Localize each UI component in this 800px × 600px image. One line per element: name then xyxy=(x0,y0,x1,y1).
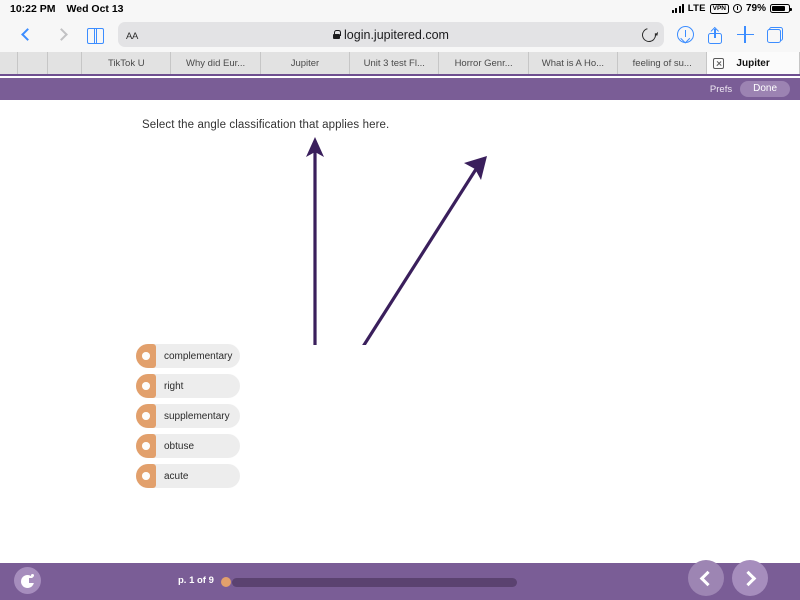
safari-toolbar: AA login.jupitered.com xyxy=(0,17,800,52)
url-text: login.jupitered.com xyxy=(344,28,449,42)
book-icon xyxy=(87,28,104,42)
option-label: obtuse xyxy=(156,441,194,452)
option-label: right xyxy=(156,381,183,392)
tab-feeling-of-su[interactable]: feeling of su... xyxy=(618,52,707,74)
text-size-label: AA xyxy=(126,31,138,42)
previous-page-button[interactable] xyxy=(688,560,724,596)
lock-icon xyxy=(333,30,340,39)
option-label: acute xyxy=(156,471,188,482)
arrowhead-diagonal xyxy=(464,156,487,180)
downloads-button[interactable] xyxy=(670,21,700,49)
cellular-signal-icon xyxy=(672,4,684,13)
option-label: complementary xyxy=(156,351,232,362)
share-icon xyxy=(708,26,722,44)
option-radio-tab[interactable] xyxy=(136,434,156,458)
status-time: 10:22 PM xyxy=(10,3,56,15)
option-radio-tab[interactable] xyxy=(136,404,156,428)
bookmarks-button[interactable] xyxy=(78,21,112,49)
forward-button[interactable] xyxy=(44,21,78,49)
tab-horror-genre[interactable]: Horror Genr... xyxy=(439,52,528,74)
network-type-label: LTE xyxy=(688,3,706,14)
angle-diagram-svg xyxy=(280,135,520,345)
vpn-badge: VPN xyxy=(710,4,729,14)
status-bar-left: 10:22 PM Wed Oct 13 xyxy=(10,3,124,15)
progress-track[interactable] xyxy=(232,578,517,587)
battery-percent-label: 79% xyxy=(746,3,766,14)
option-right[interactable]: right xyxy=(136,374,240,398)
prefs-button[interactable]: Prefs xyxy=(710,84,732,95)
new-tab-button[interactable] xyxy=(730,21,760,49)
page-indicator: p. 1 of 9 xyxy=(178,575,214,586)
battery-icon xyxy=(770,4,790,14)
radio-dot-icon xyxy=(142,352,150,360)
tab-blank-0[interactable] xyxy=(0,52,18,74)
tab-blank-1[interactable] xyxy=(18,52,48,74)
tabs-overview-button[interactable] xyxy=(760,21,790,49)
quiz-content-area: Select the angle classification that app… xyxy=(0,100,800,555)
tab-strip: TikTok U Why did Eur... Jupiter Unit 3 t… xyxy=(0,52,800,76)
chevron-right-icon xyxy=(741,570,757,586)
progress-thumb[interactable] xyxy=(221,577,231,587)
tab-blank-2[interactable] xyxy=(48,52,82,74)
tab-why-did-eur[interactable]: Why did Eur... xyxy=(171,52,260,74)
status-bar-right: LTE VPN 79% xyxy=(672,3,790,14)
question-prompt: Select the angle classification that app… xyxy=(142,119,389,131)
option-radio-tab[interactable] xyxy=(136,464,156,488)
radio-dot-icon xyxy=(142,442,150,450)
next-page-button[interactable] xyxy=(732,560,768,596)
ray-diagonal xyxy=(315,166,478,345)
jupiter-logo-icon[interactable] xyxy=(14,567,41,594)
radio-dot-icon xyxy=(142,472,150,480)
tab-active-label: Jupiter xyxy=(736,58,769,69)
chevron-left-icon xyxy=(700,570,716,586)
jupiter-logo-glyph xyxy=(21,574,35,588)
tabs-overview-icon xyxy=(767,27,783,43)
chevron-left-icon xyxy=(21,28,34,41)
option-supplementary[interactable]: supplementary xyxy=(136,404,240,428)
angle-diagram xyxy=(280,135,520,350)
chevron-right-icon xyxy=(55,28,68,41)
option-radio-tab[interactable] xyxy=(136,344,156,368)
tab-what-is-a-ho[interactable]: What is A Ho... xyxy=(529,52,618,74)
option-label: supplementary xyxy=(156,411,230,422)
status-date: Wed Oct 13 xyxy=(67,3,124,15)
answer-options-list: complementary right supplementary obtuse… xyxy=(136,344,240,494)
tab-jupiter[interactable]: Jupiter xyxy=(261,52,350,74)
option-acute[interactable]: acute xyxy=(136,464,240,488)
arrowheads xyxy=(306,137,498,345)
orientation-lock-icon xyxy=(733,4,742,13)
tab-jupiter-active[interactable]: Jupiter xyxy=(707,52,800,74)
radio-dot-icon xyxy=(142,412,150,420)
address-bar-center: login.jupitered.com xyxy=(118,28,664,42)
safari-browser-window: 10:22 PM Wed Oct 13 LTE VPN 79% AA login… xyxy=(0,0,800,600)
address-bar[interactable]: AA login.jupitered.com xyxy=(118,22,664,47)
ios-status-bar: 10:22 PM Wed Oct 13 LTE VPN 79% xyxy=(0,0,800,17)
option-radio-tab[interactable] xyxy=(136,374,156,398)
tab-tiktok[interactable]: TikTok U xyxy=(82,52,171,74)
close-icon[interactable] xyxy=(713,58,724,69)
back-button[interactable] xyxy=(10,21,44,49)
plus-icon xyxy=(737,26,754,43)
jupiter-header-actions: Prefs Done xyxy=(0,78,800,100)
share-button[interactable] xyxy=(700,21,730,49)
option-obtuse[interactable]: obtuse xyxy=(136,434,240,458)
done-button[interactable]: Done xyxy=(740,81,790,97)
download-icon xyxy=(677,26,694,43)
radio-dot-icon xyxy=(142,382,150,390)
tab-unit-3-test[interactable]: Unit 3 test Fl... xyxy=(350,52,439,74)
reload-icon[interactable] xyxy=(639,25,658,44)
option-complementary[interactable]: complementary xyxy=(136,344,240,368)
text-size-button[interactable]: AA xyxy=(126,28,138,42)
